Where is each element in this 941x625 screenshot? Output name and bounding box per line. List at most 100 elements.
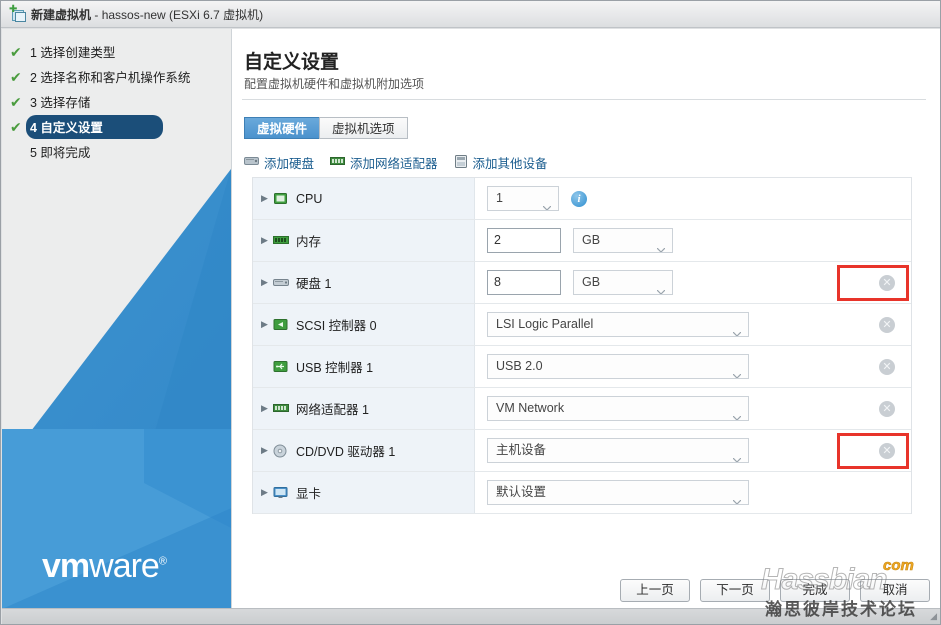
hardware-row-label-cell[interactable]: ▶ CD/DVD 驱动器 1 <box>253 430 475 471</box>
sidebar-step-1[interactable]: ✔ 1 选择创建类型 <box>2 41 231 63</box>
network-value: VM Network <box>496 401 565 415</box>
check-icon: ✔ <box>10 44 22 60</box>
hardware-row-name: 显卡 <box>296 487 322 501</box>
resize-grip[interactable]: ◢ <box>925 610 937 622</box>
hardware-row-cd-dvd-drive-1: ▶ CD/DVD 驱动器 1 主机设备 ✕ <box>253 430 911 472</box>
remove-cd-dvd-button[interactable]: ✕ <box>879 442 895 459</box>
wizard-content: 自定义设置 配置虚拟机硬件和虚拟机附加选项 虚拟硬件 虚拟机选项 添加硬盘 添加… <box>231 29 940 609</box>
usb-controller-type-value: USB 2.0 <box>496 359 543 373</box>
hardware-row-control: LSI Logic Parallel ✕ <box>475 312 911 337</box>
back-button[interactable]: 上一页 <box>620 579 690 602</box>
sidebar-step-label: 5 即将完成 <box>30 146 91 160</box>
hardware-row-control: 1 i <box>475 186 911 211</box>
usb-controller-type-select[interactable]: USB 2.0 <box>487 354 749 379</box>
logo-light-part: ware <box>89 547 160 585</box>
next-button[interactable]: 下一页 <box>700 579 770 602</box>
hardware-row-name: SCSI 控制器 0 <box>296 319 377 333</box>
cancel-button[interactable]: 取消 <box>860 579 930 602</box>
hardware-row-label-cell[interactable]: ▶ 显卡 <box>253 472 475 513</box>
hardware-row-label-cell[interactable]: ▶ CPU <box>253 178 475 219</box>
cpu-icon <box>273 192 290 206</box>
chevron-down-icon <box>732 448 742 462</box>
hardware-row-cpu: ▶ CPU 1 i <box>253 178 911 220</box>
video-card-icon <box>273 486 290 500</box>
remove-scsi-controller-button[interactable]: ✕ <box>879 316 895 333</box>
chevron-down-icon <box>732 490 742 504</box>
add-network-adapter-button[interactable]: 添加网络适配器 <box>330 153 438 172</box>
hardware-row-label-cell[interactable]: ▶ USB 控制器 1 <box>253 346 475 387</box>
hardware-row-label-cell[interactable]: ▶ 内存 <box>253 220 475 261</box>
sidebar-step-label: 2 选择名称和客户机操作系统 <box>30 71 191 85</box>
remove-hard-disk-button[interactable]: ✕ <box>879 274 895 291</box>
add-other-device-button[interactable]: 添加其他设备 <box>454 153 548 172</box>
hardware-row-usb-controller-1: ▶ USB 控制器 1 USB 2.0 <box>253 346 911 388</box>
sidebar-step-2[interactable]: ✔ 2 选择名称和客户机操作系统 <box>2 66 231 88</box>
info-icon[interactable]: i <box>571 190 587 207</box>
hardware-row-label-cell[interactable]: ▶ 硬盘 1 <box>253 262 475 303</box>
vmware-logo: vmware® <box>42 547 167 585</box>
sidebar-step-4[interactable]: ✔ 4 自定义设置 <box>2 115 231 139</box>
expand-arrow-icon[interactable]: ▶ <box>261 278 273 287</box>
window-footer <box>2 608 940 624</box>
expand-arrow-icon[interactable]: ▶ <box>261 446 273 455</box>
expand-arrow-icon[interactable]: ▶ <box>261 194 273 203</box>
window-title-rest: - hassos-new (ESXi 6.7 虚拟机) <box>94 7 264 22</box>
hardware-row-scsi-controller-0: ▶ SCSI 控制器 0 LSI Logic Parallel ✕ <box>253 304 911 346</box>
tab-virtual-hardware[interactable]: 虚拟硬件 <box>244 117 321 139</box>
hardware-row-control: 2 GB <box>475 228 911 253</box>
scsi-controller-type-select[interactable]: LSI Logic Parallel <box>487 312 749 337</box>
sidebar-step-label: 4 自定义设置 <box>26 115 163 139</box>
usb-controller-icon <box>273 360 290 374</box>
memory-size-input[interactable]: 2 <box>487 228 561 253</box>
expand-arrow-placeholder: ▶ <box>261 362 273 371</box>
other-device-icon <box>454 154 468 171</box>
cd-dvd-icon <box>273 444 290 458</box>
video-card-select[interactable]: 默认设置 <box>487 480 749 505</box>
add-hard-disk-button[interactable]: 添加硬盘 <box>244 153 314 172</box>
hardware-row-control: 默认设置 <box>475 480 911 505</box>
expand-arrow-icon[interactable]: ▶ <box>261 236 273 245</box>
finish-button[interactable]: 完成 <box>780 579 850 602</box>
remove-network-adapter-button[interactable]: ✕ <box>879 400 895 417</box>
hard-disk-icon <box>273 276 290 290</box>
video-card-value: 默认设置 <box>496 485 547 499</box>
sidebar-step-5[interactable]: 5 即将完成 <box>2 141 231 163</box>
expand-arrow-icon[interactable]: ▶ <box>261 488 273 497</box>
expand-arrow-icon[interactable]: ▶ <box>261 320 273 329</box>
hard-disk-unit-select[interactable]: GB <box>573 270 673 295</box>
remove-usb-controller-button[interactable]: ✕ <box>879 358 895 375</box>
page-title: 自定义设置 <box>244 52 340 73</box>
hardware-row-name: USB 控制器 1 <box>296 361 374 375</box>
page-subtitle: 配置虚拟机硬件和虚拟机附加选项 <box>244 77 425 91</box>
expand-arrow-icon[interactable]: ▶ <box>261 404 273 413</box>
chevron-down-icon <box>732 322 742 336</box>
chevron-down-icon <box>656 280 666 294</box>
cpu-count-select[interactable]: 1 <box>487 186 559 211</box>
scsi-controller-icon <box>273 318 290 332</box>
check-icon: ✔ <box>10 94 22 110</box>
check-icon: ✔ <box>10 119 22 135</box>
hardware-row-label-cell[interactable]: ▶ SCSI 控制器 0 <box>253 304 475 345</box>
logo-registered-mark: ® <box>158 555 167 568</box>
hardware-row-name: CPU <box>296 191 323 206</box>
hardware-row-control: 8 GB ✕ <box>475 264 911 301</box>
network-select[interactable]: VM Network <box>487 396 749 421</box>
cd-dvd-source-value: 主机设备 <box>496 443 547 457</box>
sidebar-step-3[interactable]: ✔ 3 选择存储 <box>2 91 231 113</box>
tab-vm-options[interactable]: 虚拟机选项 <box>319 117 408 139</box>
add-network-adapter-label: 添加网络适配器 <box>350 157 438 171</box>
hard-disk-size-input[interactable]: 8 <box>487 270 561 295</box>
hardware-row-control: VM Network 连接 ✕ <box>475 396 911 421</box>
chevron-down-icon <box>732 406 742 420</box>
hardware-row-label-cell[interactable]: ▶ 网络适配器 1 <box>253 388 475 429</box>
new-vm-icon: ✚ <box>9 5 26 22</box>
wizard-sidebar: ✔ 1 选择创建类型 ✔ 2 选择名称和客户机操作系统 ✔ 3 选择存储 ✔ 4… <box>2 29 231 608</box>
hard-disk-unit-value: GB <box>582 275 601 289</box>
cd-dvd-source-select[interactable]: 主机设备 <box>487 438 749 463</box>
chevron-down-icon <box>732 364 742 378</box>
check-icon: ✔ <box>10 69 22 85</box>
memory-unit-select[interactable]: GB <box>573 228 673 253</box>
cpu-count-value: 1 <box>496 191 503 205</box>
highlight-annotation-cd-dvd <box>837 432 909 469</box>
hardware-toolbar: 添加硬盘 添加网络适配器 添加其他设备 <box>244 153 548 172</box>
